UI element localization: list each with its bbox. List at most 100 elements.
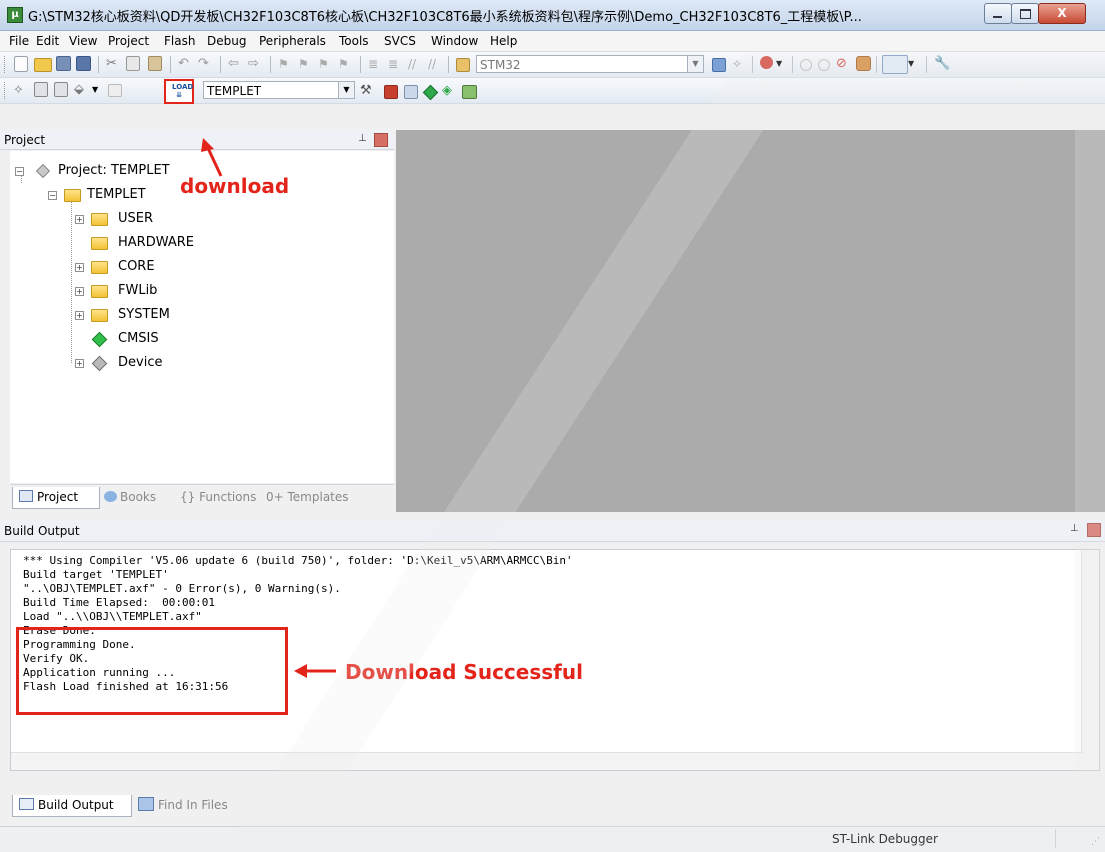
- menu-file[interactable]: File: [9, 34, 29, 48]
- tree-item-cmsis[interactable]: CMSIS: [10, 330, 390, 348]
- toolbar-grip[interactable]: [4, 82, 8, 99]
- nav-forward-icon[interactable]: ⇨: [248, 56, 264, 72]
- output-line: Build target 'TEMPLET': [23, 568, 169, 581]
- cut-icon[interactable]: ✂: [106, 56, 122, 72]
- horizontal-scrollbar[interactable]: [11, 752, 1083, 770]
- prev-bookmark-icon[interactable]: ⚑: [298, 56, 314, 72]
- translate-icon[interactable]: ⟡: [14, 82, 30, 98]
- chevron-down-icon[interactable]: ▼: [92, 82, 108, 98]
- menu-peripherals[interactable]: Peripherals: [259, 34, 326, 48]
- menu-help[interactable]: Help: [490, 34, 517, 48]
- rebuild-icon[interactable]: [54, 82, 68, 97]
- menu-tools[interactable]: Tools: [339, 34, 369, 48]
- pack-installer-icon[interactable]: ◈: [442, 83, 458, 99]
- menu-window[interactable]: Window: [431, 34, 478, 48]
- batch-build-icon[interactable]: ⬙: [74, 82, 90, 98]
- indent-icon[interactable]: ≣: [368, 56, 384, 72]
- options-for-target-icon[interactable]: ⚒: [360, 83, 376, 99]
- tree-item-system[interactable]: + SYSTEM: [10, 306, 390, 324]
- chevron-down-icon[interactable]: ▼: [908, 56, 924, 72]
- tree-item-hardware[interactable]: HARDWARE: [10, 234, 390, 252]
- debug-session-icon[interactable]: [760, 56, 773, 69]
- expand-icon[interactable]: +: [75, 359, 84, 368]
- close-icon[interactable]: [374, 133, 388, 147]
- maximize-button[interactable]: [1011, 3, 1039, 24]
- menu-flash[interactable]: Flash: [164, 34, 195, 48]
- new-file-icon[interactable]: [14, 56, 28, 72]
- chevron-down-icon[interactable]: ▼: [338, 82, 354, 98]
- manage-project-items-icon[interactable]: [384, 85, 398, 99]
- pin-icon[interactable]: ⊥: [358, 134, 368, 144]
- stop-build-icon[interactable]: [108, 84, 122, 97]
- next-bookmark-icon[interactable]: ⚑: [318, 56, 334, 72]
- vertical-scrollbar[interactable]: [1081, 550, 1099, 770]
- tab-books[interactable]: Books: [104, 487, 156, 508]
- configure-icon[interactable]: [856, 56, 871, 71]
- menu-debug[interactable]: Debug: [207, 34, 246, 48]
- menu-bar: File Edit View Project Flash Debug Perip…: [0, 31, 1105, 52]
- tab-build-output[interactable]: Build Output: [12, 795, 132, 817]
- redo-icon[interactable]: ↷: [198, 56, 214, 72]
- open-file-icon[interactable]: [34, 58, 52, 72]
- nav-back-icon[interactable]: ⇦: [228, 56, 244, 72]
- kill-breakpoints-icon[interactable]: ⊘: [836, 56, 852, 72]
- tab-project[interactable]: Project: [12, 487, 100, 509]
- save-icon[interactable]: [56, 56, 71, 71]
- build-icon[interactable]: [34, 82, 48, 97]
- menu-project[interactable]: Project: [108, 34, 149, 48]
- expand-icon[interactable]: +: [75, 311, 84, 320]
- disable-breakpoint-icon[interactable]: [818, 59, 830, 71]
- tree-item-core[interactable]: + CORE: [10, 258, 390, 276]
- paste-icon[interactable]: [148, 56, 162, 71]
- uncomment-icon[interactable]: //: [428, 56, 444, 72]
- tree-item-fwlib[interactable]: + FWLib: [10, 282, 390, 300]
- unindent-icon[interactable]: ≣: [388, 56, 404, 72]
- menu-edit[interactable]: Edit: [36, 34, 59, 48]
- tab-find-in-files[interactable]: Find In Files: [138, 795, 228, 816]
- device-search-combo[interactable]: STM32 ▼: [476, 55, 704, 73]
- comment-icon[interactable]: //: [408, 56, 424, 72]
- collapse-icon[interactable]: −: [15, 167, 24, 176]
- window-layout-icon[interactable]: [882, 55, 908, 74]
- menu-svcs[interactable]: SVCS: [384, 34, 416, 48]
- keil-uvision-window: μ G:\STM32核心板资料\QD开发板\CH32F103C8T6核心板\CH…: [0, 0, 1105, 852]
- expand-icon[interactable]: +: [75, 215, 84, 224]
- save-all-icon[interactable]: [76, 56, 91, 71]
- books-icon[interactable]: [462, 85, 477, 99]
- output-line: Build Time Elapsed: 00:00:01: [23, 596, 216, 609]
- download-load-button[interactable]: LOAD ⇊: [164, 79, 194, 104]
- breakpoint-icon[interactable]: [800, 59, 812, 71]
- target-select-combo[interactable]: TEMPLET ▼: [203, 81, 355, 99]
- editor-area[interactable]: [396, 130, 1105, 512]
- find-in-files-icon[interactable]: [456, 58, 470, 72]
- resize-grip-icon[interactable]: ⋰: [1091, 837, 1100, 847]
- wrench-icon[interactable]: 🔧: [934, 56, 950, 72]
- project-tree: − Project: TEMPLET − TEMPLET + USER HARD…: [10, 151, 394, 483]
- pin-icon[interactable]: ⊥: [1070, 524, 1080, 534]
- select-packs-icon[interactable]: [404, 85, 418, 99]
- clear-bookmarks-icon[interactable]: ⚑: [338, 56, 354, 72]
- toolbar-grip[interactable]: [4, 56, 8, 73]
- close-icon[interactable]: [1087, 523, 1101, 537]
- incremental-find-icon[interactable]: [712, 58, 726, 72]
- tree-item-user[interactable]: + USER: [10, 210, 390, 228]
- bookmark-icon[interactable]: ⚑: [278, 56, 294, 72]
- expand-icon[interactable]: +: [75, 287, 84, 296]
- menu-view[interactable]: View: [69, 34, 97, 48]
- undo-icon[interactable]: ↶: [178, 56, 194, 72]
- chevron-down-icon[interactable]: ▼: [687, 56, 703, 72]
- tree-item-device[interactable]: + Device: [10, 354, 390, 372]
- expand-icon[interactable]: +: [75, 263, 84, 272]
- collapse-icon[interactable]: −: [48, 191, 57, 200]
- tab-templates[interactable]: 0+ Templates: [266, 487, 349, 508]
- copy-icon[interactable]: [126, 56, 140, 71]
- chevron-down-icon[interactable]: ▼: [776, 56, 792, 72]
- close-button[interactable]: X: [1038, 3, 1086, 24]
- tab-build-output-label: Build Output: [38, 798, 114, 812]
- minimize-button[interactable]: [984, 3, 1012, 24]
- success-highlight-box: [16, 627, 288, 715]
- tree-item-label: Device: [118, 355, 163, 370]
- folder-icon: [91, 285, 108, 298]
- tab-functions[interactable]: {} Functions: [180, 487, 256, 508]
- wizard-icon[interactable]: ✧: [732, 56, 748, 72]
